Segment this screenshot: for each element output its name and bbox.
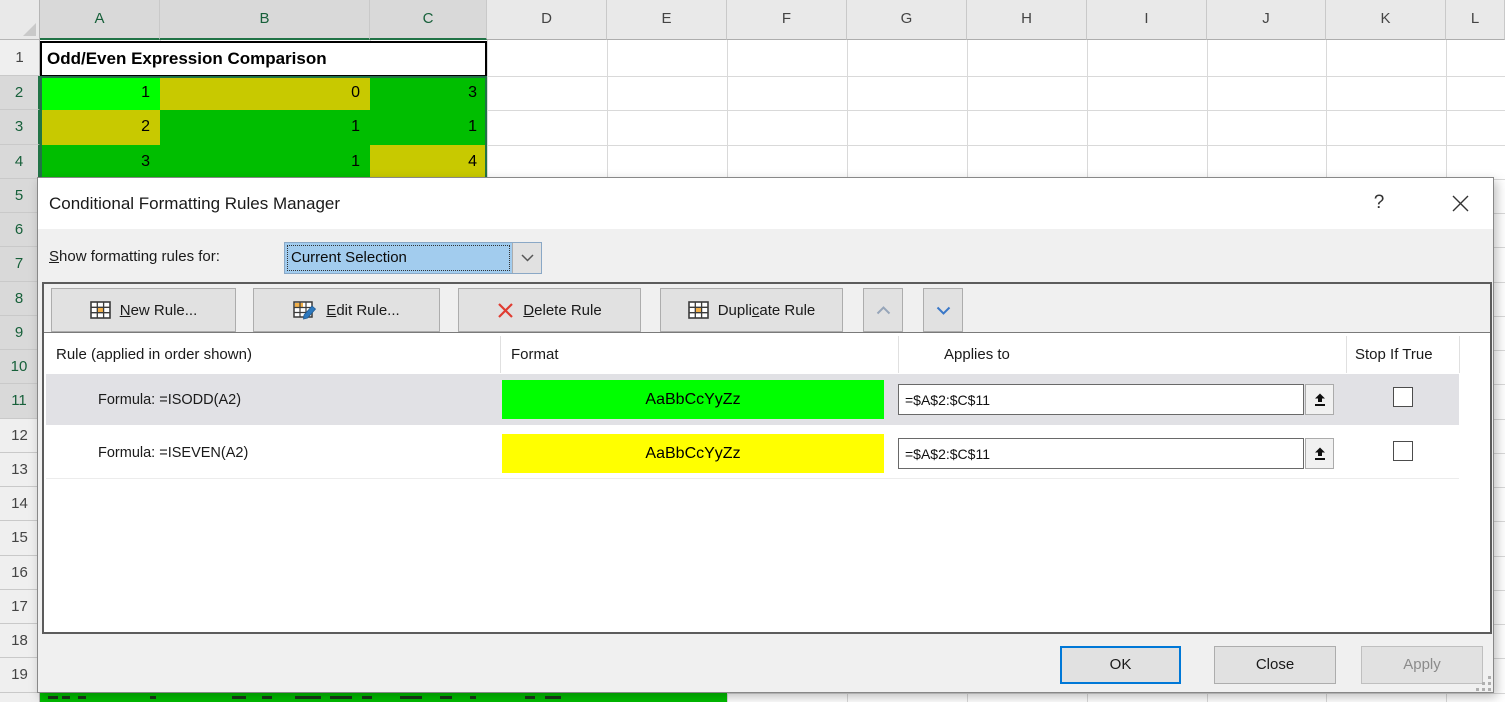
column-header-rule: Rule (applied in order shown) (56, 336, 252, 373)
help-icon[interactable]: ? (1365, 189, 1393, 217)
clipped-cell-text (295, 696, 321, 699)
collapse-dialog-button[interactable] (1305, 384, 1334, 415)
duplicate-rule-button[interactable]: Duplicate Rule (660, 288, 843, 332)
applies-to-input[interactable] (898, 384, 1304, 415)
row-header-19[interactable]: 19 (0, 658, 40, 692)
column-header-K[interactable]: K (1326, 0, 1446, 40)
clipped-cell-text (150, 696, 156, 699)
rule-row-iseven[interactable]: Formula: =ISEVEN(A2) AaBbCcYyZz (46, 428, 1459, 479)
range-picker-arrow-icon (1313, 447, 1327, 461)
row-header-2[interactable]: 2 (0, 76, 40, 110)
cell-A1-title[interactable]: Odd/Even Expression Comparison (40, 41, 487, 77)
show-formatting-rules-label: Show formatting rules for: (49, 241, 220, 273)
row-header-17[interactable]: 17 (0, 590, 40, 624)
excel-window: ABCDEFGHIJKL 123456789101112131415161718… (0, 0, 1505, 702)
column-header-applies-to: Applies to (944, 336, 1010, 373)
chevron-down-icon[interactable] (512, 243, 541, 273)
new-rule-grid-icon (90, 301, 111, 319)
row-header-9[interactable]: 9 (0, 316, 40, 350)
row-header-4[interactable]: 4 (0, 145, 40, 179)
row-header-18[interactable]: 18 (0, 624, 40, 658)
column-header-stop-if-true: Stop If True (1355, 336, 1433, 373)
row-header-12[interactable]: 12 (0, 419, 40, 453)
column-header-I[interactable]: I (1087, 0, 1207, 40)
row-header-7[interactable]: 7 (0, 247, 40, 281)
row-header-5[interactable]: 5 (0, 179, 40, 213)
resize-grip[interactable] (1476, 676, 1492, 692)
clipped-cell-text (545, 696, 561, 699)
column-header-C[interactable]: C (370, 0, 487, 40)
row-header-10[interactable]: 10 (0, 350, 40, 384)
clipped-cell-text (48, 696, 58, 699)
close-button[interactable]: Close (1214, 646, 1336, 684)
edit-rule-button[interactable]: Edit Rule... (253, 288, 440, 332)
clipped-cell-text (330, 696, 352, 699)
clipped-cell-text (470, 696, 476, 699)
column-header-H[interactable]: H (967, 0, 1087, 40)
delete-rule-button[interactable]: Delete Rule (458, 288, 641, 332)
clipped-cell-text (62, 696, 70, 699)
column-header-G[interactable]: G (847, 0, 967, 40)
applies-to-input[interactable] (898, 438, 1304, 469)
rule-description: Formula: =ISEVEN(A2) (98, 428, 248, 478)
row-header-6[interactable]: 6 (0, 213, 40, 247)
ok-button[interactable]: OK (1060, 646, 1181, 684)
column-header-L[interactable]: L (1446, 0, 1505, 40)
row-header-13[interactable]: 13 (0, 453, 40, 487)
dialog-titlebar[interactable]: Conditional Formatting Rules Manager ? (38, 178, 1493, 229)
clipped-cell-text (440, 696, 452, 699)
column-header-D[interactable]: D (487, 0, 607, 40)
row-header-1[interactable]: 1 (0, 40, 40, 76)
cell-A20[interactable] (40, 693, 160, 702)
select-all-corner[interactable] (0, 0, 40, 40)
rules-list-panel: New Rule... Edit Rule... Delete Rule Dup… (42, 282, 1492, 634)
column-header-F[interactable]: F (727, 0, 847, 40)
clipped-cell-text (78, 696, 86, 699)
apply-button[interactable]: Apply (1361, 646, 1483, 684)
clipped-cell-text (232, 696, 246, 699)
row-header-8[interactable]: 8 (0, 282, 40, 316)
row-header-3[interactable]: 3 (0, 110, 40, 144)
column-header-E[interactable]: E (607, 0, 727, 40)
row-header-16[interactable]: 16 (0, 556, 40, 590)
row-header-11[interactable]: 11 (0, 384, 40, 418)
close-icon[interactable] (1445, 189, 1475, 217)
chevron-up-icon (876, 306, 891, 315)
conditional-formatting-rules-manager-dialog: Conditional Formatting Rules Manager ? S… (37, 177, 1494, 693)
column-header-J[interactable]: J (1207, 0, 1326, 40)
scope-dropdown-value[interactable]: Current Selection (285, 243, 512, 273)
clipped-cell-text (362, 696, 372, 699)
row-header-14[interactable]: 14 (0, 487, 40, 521)
clipped-cell-text (262, 696, 272, 699)
edit-rule-pencil-icon (293, 301, 317, 320)
duplicate-rule-grid-icon (688, 301, 709, 319)
row-header-15[interactable]: 15 (0, 521, 40, 555)
stop-if-true-checkbox[interactable] (1393, 387, 1413, 407)
row-header-20[interactable]: 20 (0, 693, 40, 702)
move-rule-down-button[interactable] (923, 288, 963, 332)
column-header-A[interactable]: A (40, 0, 160, 40)
move-rule-up-button[interactable] (863, 288, 903, 332)
chevron-down-icon (936, 306, 951, 315)
range-picker-arrow-icon (1313, 393, 1327, 407)
stop-if-true-checkbox[interactable] (1393, 441, 1413, 461)
cell-E20[interactable] (607, 693, 727, 702)
dialog-title: Conditional Formatting Rules Manager (49, 178, 340, 229)
select-all-triangle-icon (23, 23, 36, 36)
format-preview-swatch: AaBbCcYyZz (502, 434, 884, 473)
clipped-cell-text (400, 696, 422, 699)
rule-row-isodd[interactable]: Formula: =ISODD(A2) AaBbCcYyZz (46, 374, 1459, 425)
clipped-cell-text (525, 696, 535, 699)
format-preview-swatch: AaBbCcYyZz (502, 380, 884, 419)
column-header-B[interactable]: B (160, 0, 370, 40)
delete-x-icon (497, 302, 514, 319)
collapse-dialog-button[interactable] (1305, 438, 1334, 469)
new-rule-button[interactable]: New Rule... (51, 288, 236, 332)
column-header-format: Format (511, 336, 559, 373)
rule-description: Formula: =ISODD(A2) (98, 374, 241, 425)
scope-dropdown[interactable]: Current Selection (284, 242, 542, 274)
